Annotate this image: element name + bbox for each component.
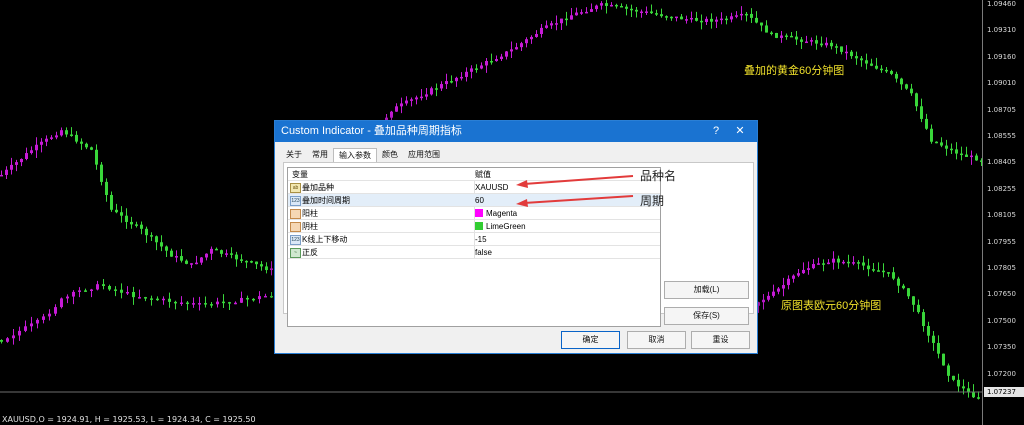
annotation-symbol-name: 品种名 [640,169,677,183]
arrow-symbol [523,175,634,185]
annotation-arrows [516,175,634,207]
arrow-head-symbol [516,180,528,188]
annotation-period: 周期 [640,194,665,208]
arrow-period [523,195,634,204]
arrow-head-period [516,199,528,207]
